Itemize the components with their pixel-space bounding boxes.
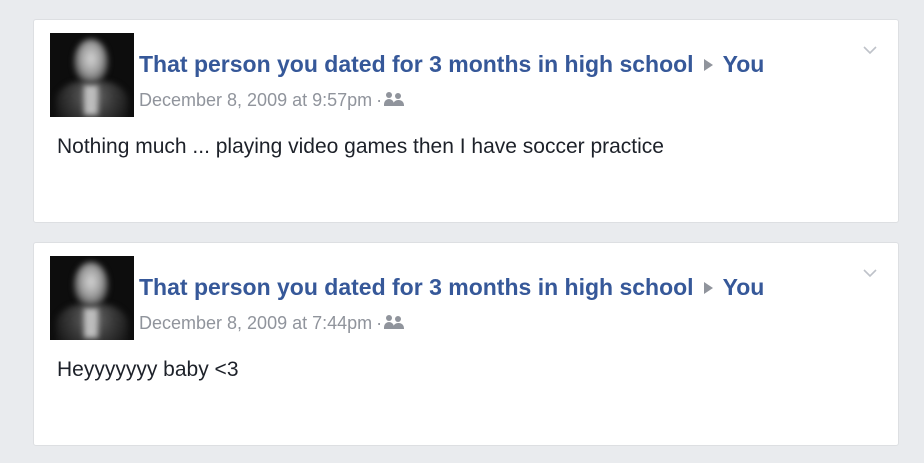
post-card: That person you dated for 3 months in hi… — [33, 242, 899, 446]
recipient-name-link[interactable]: You — [723, 51, 765, 77]
chevron-down-icon[interactable] — [862, 42, 878, 58]
author-name-link[interactable]: That person you dated for 3 months in hi… — [139, 274, 694, 300]
post-message: Heyyyyyyy baby <3 — [57, 358, 239, 381]
friends-icon[interactable] — [384, 315, 405, 330]
post-timestamp[interactable]: December 8, 2009 at 7:44pm — [139, 313, 372, 333]
author-avatar[interactable] — [50, 256, 134, 340]
friends-icon[interactable] — [384, 92, 405, 107]
chevron-down-icon[interactable] — [862, 265, 878, 281]
arrow-right-icon — [703, 281, 713, 294]
recipient-name-link[interactable]: You — [723, 274, 765, 300]
post-meta: December 8, 2009 at 9:57pm · — [139, 89, 405, 111]
author-name-link[interactable]: That person you dated for 3 months in hi… — [139, 51, 694, 77]
author-avatar[interactable] — [50, 33, 134, 117]
post-message: Nothing much ... playing video games the… — [57, 135, 664, 158]
post-header: That person you dated for 3 months in hi… — [139, 273, 764, 301]
meta-separator: · — [376, 313, 383, 333]
post-header: That person you dated for 3 months in hi… — [139, 50, 764, 78]
post-card: That person you dated for 3 months in hi… — [33, 19, 899, 223]
post-timestamp[interactable]: December 8, 2009 at 9:57pm — [139, 90, 372, 110]
arrow-right-icon — [703, 58, 713, 71]
meta-separator: · — [376, 90, 383, 110]
post-meta: December 8, 2009 at 7:44pm · — [139, 312, 405, 334]
